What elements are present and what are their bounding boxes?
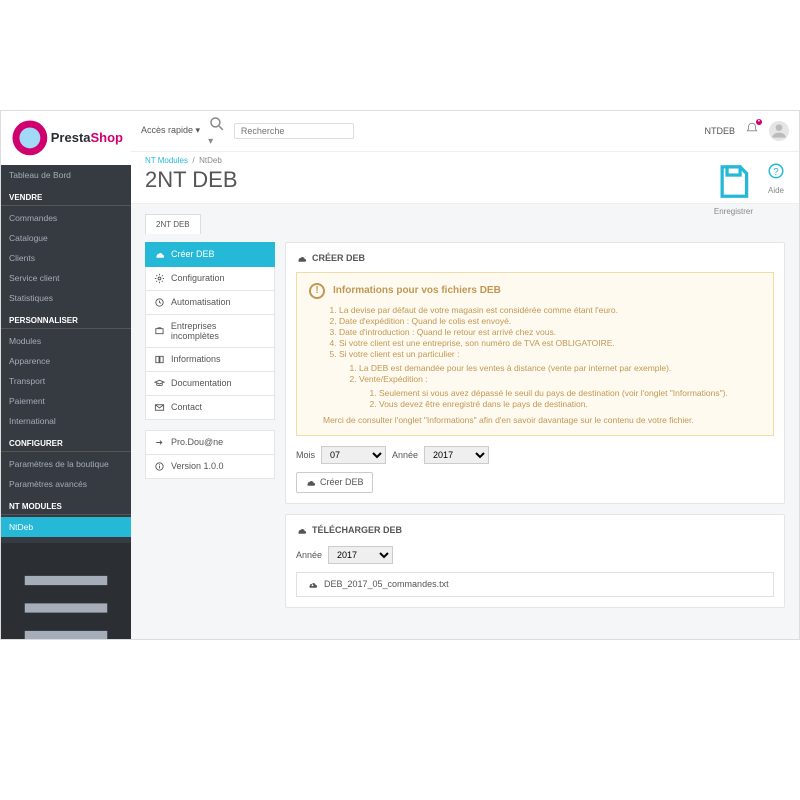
year-select[interactable]: 2017 bbox=[424, 446, 489, 464]
user-name[interactable]: NTDEB bbox=[704, 126, 735, 136]
sidebar-item-statistiques[interactable]: Statistiques bbox=[1, 288, 131, 308]
breadcrumb-parent[interactable]: NT Modules bbox=[145, 156, 188, 165]
briefcase-icon bbox=[154, 325, 165, 336]
sidebar-section-personnaliser: PERSONNALISER bbox=[1, 308, 131, 329]
tab-documentation[interactable]: Documentation bbox=[145, 372, 275, 396]
svg-text:?: ? bbox=[773, 167, 779, 178]
info-icon bbox=[154, 461, 165, 472]
info-alert: ! Informations pour vos fichiers DEB La … bbox=[296, 272, 774, 436]
page-title: 2NT DEB bbox=[145, 167, 785, 193]
tab-informations[interactable]: Informations bbox=[145, 348, 275, 372]
tab-2ntdeb[interactable]: 2NT DEB bbox=[145, 214, 201, 234]
book-icon bbox=[154, 354, 165, 365]
sidebar-item-service-client[interactable]: Service client bbox=[1, 268, 131, 288]
breadcrumb-current: NtDeb bbox=[199, 156, 222, 165]
search-icon: ▾ bbox=[208, 115, 226, 147]
year-label: Année bbox=[392, 450, 418, 460]
sidebar-collapse-toggle[interactable] bbox=[1, 543, 131, 639]
alert-footer: Merci de consulter l'onglet "Information… bbox=[309, 415, 761, 425]
cloud-icon bbox=[154, 249, 165, 260]
sidebar-item-modules[interactable]: Modules bbox=[1, 331, 131, 351]
alert-item: Si votre client est un particulier : bbox=[339, 349, 459, 359]
panel-creer-deb: CRÉER DEB ! Informations pour vos fichie… bbox=[285, 242, 785, 504]
avatar[interactable] bbox=[769, 121, 789, 141]
main-area: Accès rapide ▾ ▾ NTDEB • NT Modules / Nt… bbox=[131, 111, 799, 639]
save-icon bbox=[714, 162, 753, 206]
tab-contact[interactable]: Contact bbox=[145, 396, 275, 420]
sidebar-item-international[interactable]: International bbox=[1, 411, 131, 431]
alert-item: La devise par défaut de votre magasin es… bbox=[339, 305, 761, 315]
alert-item: Date d'introduction : Quand le retour es… bbox=[339, 327, 761, 337]
sidebar-item-apparence[interactable]: Apparence bbox=[1, 351, 131, 371]
quick-access-dropdown[interactable]: Accès rapide ▾ bbox=[141, 125, 200, 136]
tab-entreprises[interactable]: Entreprises incomplètes bbox=[145, 315, 275, 348]
sidebar-item-catalogue[interactable]: Catalogue bbox=[1, 228, 131, 248]
file-name: DEB_2017_05_commandes.txt bbox=[324, 579, 449, 589]
module-tabs: Créer DEB Configuration Automatisation E… bbox=[145, 242, 275, 618]
logo-text-1: Presta bbox=[51, 130, 91, 145]
app-frame: PrestaShop Tableau de Bord VENDRE Comman… bbox=[0, 110, 800, 640]
page-header: NT Modules / NtDeb 2NT DEB Enregistrer ?… bbox=[131, 152, 799, 204]
notifications-badge: • bbox=[756, 119, 762, 125]
tab-configuration[interactable]: Configuration bbox=[145, 267, 275, 291]
sidebar-section-vendre: VENDRE bbox=[1, 185, 131, 206]
panel-telecharger-deb: TÉLÉCHARGER DEB Année 2017 DEB_2017_05_c… bbox=[285, 514, 785, 608]
content-area: 2NT DEB Créer DEB Configuration Automati… bbox=[131, 204, 799, 639]
alert-item: Vous devez être enregistré dans le pays … bbox=[379, 399, 761, 409]
tab-automatisation[interactable]: Automatisation bbox=[145, 291, 275, 315]
alert-item: Date d'expédition : Quand le colis est e… bbox=[339, 316, 761, 326]
logo-text-2: Shop bbox=[91, 130, 124, 145]
alert-title: Informations pour vos fichiers DEB bbox=[333, 285, 501, 296]
alert-item: Si votre client est une entreprise, son … bbox=[339, 338, 761, 348]
sidebar-item-commandes[interactable]: Commandes bbox=[1, 208, 131, 228]
logo[interactable]: PrestaShop bbox=[1, 111, 131, 165]
panel-telecharger-title: TÉLÉCHARGER DEB bbox=[312, 525, 402, 535]
breadcrumb: NT Modules / NtDeb bbox=[145, 156, 785, 165]
mail-icon bbox=[154, 402, 165, 413]
tab-version[interactable]: Version 1.0.0 bbox=[145, 455, 275, 479]
sidebar: PrestaShop Tableau de Bord VENDRE Comman… bbox=[1, 111, 131, 639]
sidebar-section-configurer: CONFIGURER bbox=[1, 431, 131, 452]
month-label: Mois bbox=[296, 450, 315, 460]
sidebar-item-parametres-avances[interactable]: Paramètres avancés bbox=[1, 474, 131, 494]
sidebar-item-parametres-boutique[interactable]: Paramètres de la boutique bbox=[1, 454, 131, 474]
topbar: Accès rapide ▾ ▾ NTDEB • bbox=[131, 111, 799, 152]
notifications-icon[interactable]: • bbox=[745, 122, 759, 139]
panel-creer-title: CRÉER DEB bbox=[312, 253, 365, 263]
sidebar-item-clients[interactable]: Clients bbox=[1, 248, 131, 268]
clock-icon bbox=[154, 297, 165, 308]
gear-icon bbox=[154, 273, 165, 284]
grad-cap-icon bbox=[154, 378, 165, 389]
create-deb-button[interactable]: Créer DEB bbox=[296, 472, 373, 493]
search-input[interactable] bbox=[234, 123, 354, 139]
tab-creer-deb[interactable]: Créer DEB bbox=[145, 242, 275, 267]
sidebar-item-ntdeb[interactable]: NtDeb bbox=[1, 517, 131, 537]
sidebar-section-ntmodules: NT MODULES bbox=[1, 494, 131, 515]
file-download-row[interactable]: DEB_2017_05_commandes.txt bbox=[296, 572, 774, 597]
cloud-icon bbox=[296, 253, 307, 264]
help-button[interactable]: ? Aide bbox=[767, 162, 785, 217]
help-icon: ? bbox=[767, 162, 785, 185]
arrow-right-icon bbox=[154, 437, 165, 448]
cloud-download-icon bbox=[307, 579, 318, 590]
cloud-icon bbox=[305, 477, 316, 488]
download-year-select[interactable]: 2017 bbox=[328, 546, 393, 564]
download-year-label: Année bbox=[296, 550, 322, 560]
warning-icon: ! bbox=[309, 283, 325, 299]
tab-prodouane[interactable]: Pro.Dou@ne bbox=[145, 430, 275, 455]
save-button[interactable]: Enregistrer bbox=[714, 162, 753, 217]
alert-item: La DEB est demandée pour les ventes à di… bbox=[359, 363, 761, 373]
alert-item: Seulement si vous avez dépassé le seuil … bbox=[379, 388, 761, 398]
cloud-download-icon bbox=[296, 525, 307, 536]
sidebar-dashboard[interactable]: Tableau de Bord bbox=[1, 165, 131, 185]
sidebar-item-transport[interactable]: Transport bbox=[1, 371, 131, 391]
alert-item: Vente/Expédition : bbox=[359, 374, 428, 384]
sidebar-item-paiement[interactable]: Paiement bbox=[1, 391, 131, 411]
month-select[interactable]: 07 bbox=[321, 446, 386, 464]
